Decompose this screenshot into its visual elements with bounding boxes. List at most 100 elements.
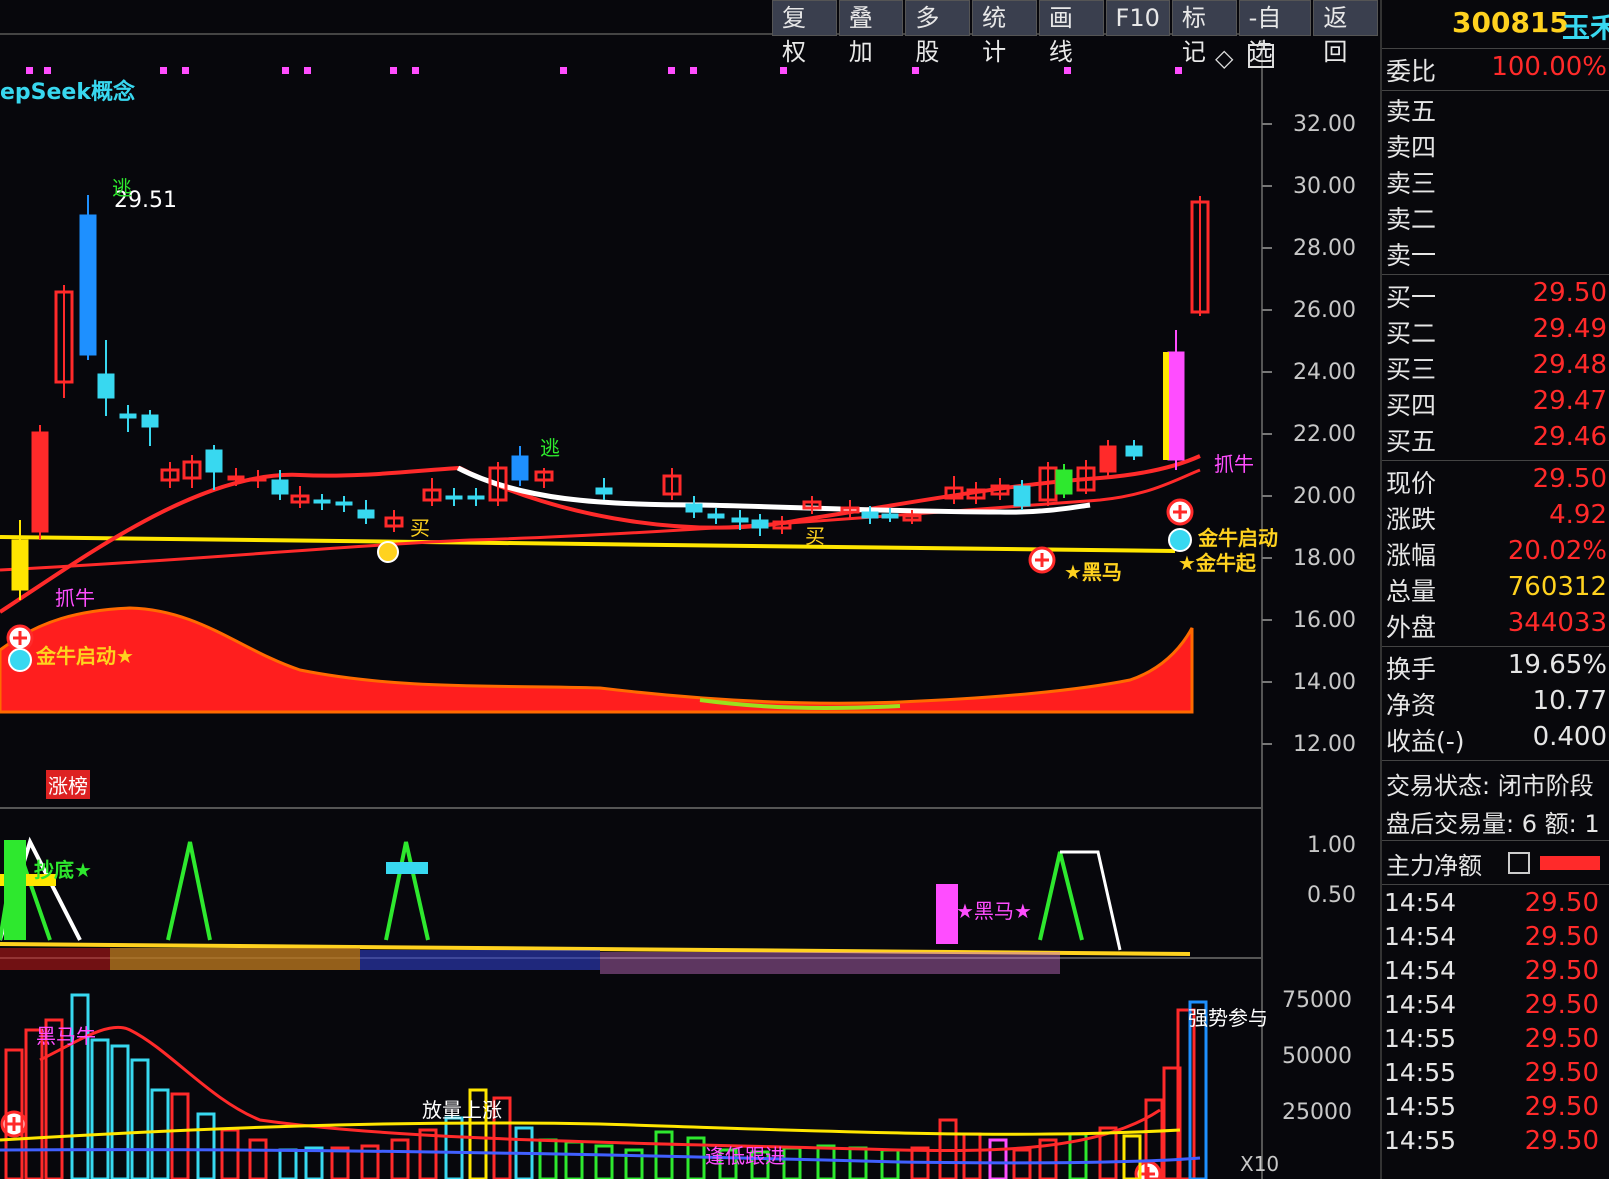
volume-axis-75000: 75000 <box>1282 988 1352 1013</box>
buy-1-row: 买一 29.50 <box>1382 278 1609 314</box>
main-net-bar <box>1540 856 1600 870</box>
price-axis-30: 30.00 <box>1293 174 1356 199</box>
quote-volume-row: 总量 760312 <box>1382 572 1609 608</box>
tick-time: 14:54 <box>1384 956 1457 985</box>
sell-5-row: 卖五 <box>1382 92 1609 128</box>
volume-bar <box>150 1088 170 1179</box>
signal-dot <box>44 67 51 74</box>
buy-3-row: 买三 29.48 <box>1382 350 1609 386</box>
volume-bar <box>278 1148 298 1179</box>
toolbar-button-multi-stock[interactable]: 多股 <box>905 0 971 66</box>
signal-plateau <box>1060 850 1122 951</box>
list-icon[interactable] <box>1508 852 1530 874</box>
diamond-icon[interactable]: ◇ <box>1215 44 1233 72</box>
strong-uptrend-label: 强势参与 <box>1188 1006 1268 1030</box>
escape-signal-1: 逃 <box>112 176 132 200</box>
volume-bar <box>170 1092 190 1179</box>
signal-dot <box>560 67 567 74</box>
sell-2-label: 卖二 <box>1386 205 1437 234</box>
candle-body <box>31 431 49 533</box>
candle-body <box>511 455 529 481</box>
toolbar-button-statistics[interactable]: 统计 <box>972 0 1037 66</box>
main-net-label[interactable]: 主力净额 <box>1386 846 1482 881</box>
sell-1-label: 卖一 <box>1386 241 1437 270</box>
tick-price: 29.50 <box>1524 956 1599 986</box>
candle-body <box>227 475 245 481</box>
volume-axis-50000: 50000 <box>1282 1044 1352 1069</box>
signal-spike <box>1038 851 1084 941</box>
candle-body <box>1167 351 1185 461</box>
dark-horse-bull-label: 黑马牛 <box>36 1024 96 1048</box>
tick-time: 14:54 <box>1384 990 1457 1019</box>
concept-label[interactable]: epSeek概念 <box>0 74 135 106</box>
candle-body <box>335 501 353 506</box>
quote-outer-value: 344033 <box>1507 608 1607 638</box>
kline-chart-area[interactable]: 复权 叠加 多股 统计 画线 F10 标记 -自选 返回 ◇ epSeek概念 … <box>0 0 1380 1179</box>
dark-horse-label: ★黑马 <box>1064 560 1122 584</box>
signal-spike <box>384 841 430 941</box>
tick-price: 29.50 <box>1524 888 1599 918</box>
buy-signal-2: 买 <box>805 524 825 548</box>
toolbar-button-overlay[interactable]: 叠加 <box>838 0 904 66</box>
candle-body <box>1125 445 1143 457</box>
tick-time: 14:55 <box>1384 1024 1457 1053</box>
candle-body <box>97 373 115 399</box>
toolbar-button-draw-line[interactable]: 画线 <box>1038 0 1104 66</box>
earnings-label: 收益(-) <box>1386 727 1465 756</box>
kline-chart-svg[interactable] <box>0 0 1380 1179</box>
price-axis-20: 20.00 <box>1293 484 1356 509</box>
volume-bar <box>110 1044 130 1179</box>
volume-bar <box>304 1146 324 1179</box>
tick-time: 14:54 <box>1384 888 1457 917</box>
limit-list-badge[interactable]: 涨榜 <box>46 770 90 799</box>
panel-toggle-icon[interactable] <box>1248 44 1274 68</box>
volume-bar <box>24 1028 44 1179</box>
quote-pct-value: 20.02% <box>1507 536 1607 566</box>
stock-code: 300815 <box>1452 6 1569 39</box>
volume-bar <box>248 1138 268 1179</box>
buy-5-price: 29.46 <box>1532 422 1607 452</box>
toolbar-button-f10[interactable]: F10 <box>1105 0 1170 36</box>
signal-axis-05: 0.50 <box>1307 883 1356 908</box>
buy-2-price: 29.49 <box>1532 314 1607 344</box>
toolbar-button-back[interactable]: 返回 <box>1313 0 1379 66</box>
candle-body <box>141 414 159 428</box>
turnover-value: 19.65% <box>1507 650 1607 680</box>
sell-3-label: 卖三 <box>1386 169 1437 198</box>
candle-body <box>249 477 267 482</box>
buy-2-label: 买二 <box>1386 319 1437 348</box>
buy-1-label: 买一 <box>1386 283 1437 312</box>
candle-body <box>271 479 289 495</box>
order-ratio-row: 委比 100.00% <box>1382 52 1609 88</box>
buy-4-label: 买四 <box>1386 391 1437 420</box>
net-assets-label: 净资 <box>1386 691 1437 720</box>
volume-bar <box>594 1144 614 1179</box>
volume-bar <box>816 1144 836 1179</box>
earnings-row: 收益(-) 0.400 <box>1382 722 1609 758</box>
toolbar-button-mark[interactable]: 标记 <box>1171 0 1237 66</box>
net-assets-value: 10.77 <box>1532 686 1607 716</box>
signal-bar-cyan <box>386 862 428 874</box>
candle-yellow-edge <box>1163 352 1169 460</box>
volume-bar <box>782 1146 802 1179</box>
candle-body <box>313 499 331 504</box>
candle-body <box>751 519 769 529</box>
volume-bar <box>130 1058 150 1179</box>
buy-2-row: 买二 29.49 <box>1382 314 1609 350</box>
sell-4-row: 卖四 <box>1382 128 1609 164</box>
toolbar-button-watchlist[interactable]: -自选 <box>1238 0 1312 66</box>
tick-time: 14:55 <box>1384 1092 1457 1121</box>
trade-state: 交易状态: 闭市阶段 <box>1386 772 1594 800</box>
signal-dot <box>390 67 397 74</box>
buy-5-label: 买五 <box>1386 427 1437 456</box>
volume-bar <box>90 1038 110 1179</box>
sell-3-row: 卖三 <box>1382 164 1609 200</box>
candle-body <box>79 214 97 356</box>
candle-body <box>881 513 899 519</box>
grab-bull-left: 抓牛 <box>55 586 95 610</box>
quote-change-value: 4.92 <box>1549 500 1607 530</box>
signal-bar-magenta <box>936 884 958 944</box>
sell-5-label: 卖五 <box>1386 97 1437 126</box>
toolbar-button-fuquan[interactable]: 复权 <box>772 0 837 66</box>
volume-ma-red <box>39 1025 1161 1152</box>
